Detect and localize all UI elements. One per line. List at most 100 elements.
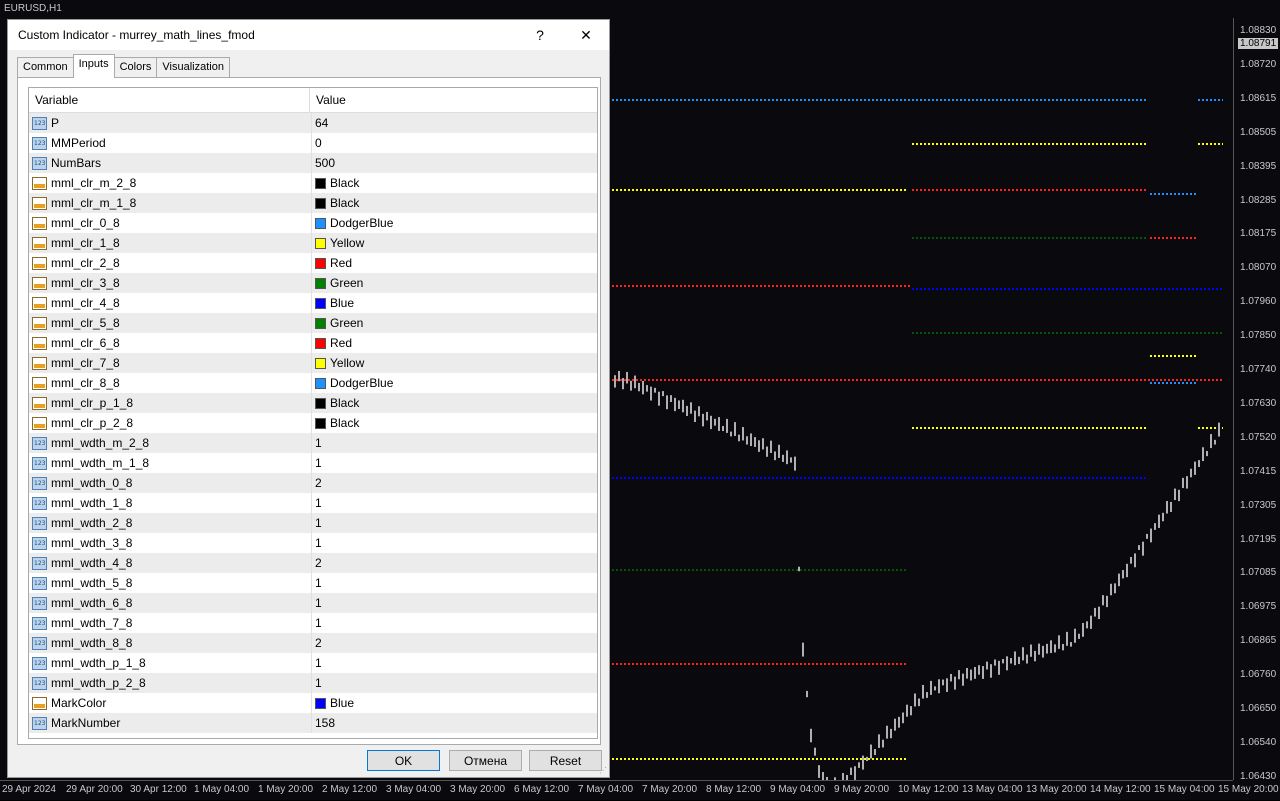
color-swatch (315, 197, 326, 209)
input-row[interactable]: mml_wdth_8_8 2 (29, 633, 597, 653)
input-value-cell[interactable]: 1 (312, 513, 597, 533)
inputs-grid[interactable]: Variable Value P 64 MMPeriod 0 NumBars 500 mml… (28, 87, 598, 739)
candlestick (930, 680, 932, 695)
input-value-cell[interactable]: 500 (312, 153, 597, 173)
color-icon (32, 296, 47, 310)
input-row[interactable]: mml_wdth_7_8 1 (29, 613, 597, 633)
resize-grip-icon[interactable]: ⋰ (599, 767, 607, 775)
candlestick (1090, 615, 1092, 629)
input-value-cell[interactable]: 1 (312, 573, 597, 593)
input-row[interactable]: mml_clr_6_8 Red (29, 333, 597, 353)
input-row[interactable]: mml_clr_p_1_8 Black (29, 393, 597, 413)
input-value-cell[interactable]: Black (312, 173, 597, 193)
input-value-cell[interactable]: 1 (312, 613, 597, 633)
input-value-cell[interactable]: 1 (312, 673, 597, 693)
input-row[interactable]: mml_wdth_0_8 2 (29, 473, 597, 493)
input-variable-name: mml_wdth_1_8 (51, 496, 133, 510)
input-row[interactable]: mml_clr_8_8 DodgerBlue (29, 373, 597, 393)
input-row[interactable]: mml_wdth_m_2_8 1 (29, 433, 597, 453)
input-variable-cell: MMPeriod (29, 133, 312, 153)
color-swatch (315, 217, 326, 229)
input-value-cell[interactable]: Black (312, 193, 597, 213)
input-row[interactable]: P 64 (29, 113, 597, 133)
candlestick (1046, 643, 1048, 654)
input-value-cell[interactable]: 1 (312, 653, 597, 673)
candlestick (694, 410, 696, 423)
input-value-cell[interactable]: 2 (312, 553, 597, 573)
input-value-cell[interactable]: 2 (312, 473, 597, 493)
input-value-cell[interactable]: Blue (312, 693, 597, 713)
tab-visualization[interactable]: Visualization (156, 57, 230, 78)
time-tick-label: 1 May 04:00 (194, 784, 250, 795)
column-header-value[interactable]: Value (310, 88, 597, 112)
input-variable-cell: mml_clr_6_8 (29, 333, 312, 353)
input-value-cell[interactable]: Black (312, 393, 597, 413)
input-row[interactable]: mml_clr_m_2_8 Black (29, 173, 597, 193)
input-row[interactable]: mml_clr_7_8 Yellow (29, 353, 597, 373)
input-row[interactable]: mml_clr_m_1_8 Black (29, 193, 597, 213)
input-value-cell[interactable]: Yellow (312, 353, 597, 373)
input-row[interactable]: mml_wdth_1_8 1 (29, 493, 597, 513)
candlestick (922, 684, 924, 699)
input-row[interactable]: mml_clr_5_8 Green (29, 313, 597, 333)
input-value-cell[interactable]: Red (312, 253, 597, 273)
input-row[interactable]: mml_wdth_m_1_8 1 (29, 453, 597, 473)
input-value-cell[interactable]: 1 (312, 533, 597, 553)
column-header-variable[interactable]: Variable (29, 88, 310, 112)
input-row[interactable]: MarkNumber 158 (29, 713, 597, 733)
input-value-cell[interactable]: 158 (312, 713, 597, 733)
input-value-cell[interactable]: DodgerBlue (312, 213, 597, 233)
input-row[interactable]: mml_clr_4_8 Blue (29, 293, 597, 313)
input-variable-name: mml_wdth_p_2_8 (51, 676, 146, 690)
input-row[interactable]: mml_wdth_4_8 2 (29, 553, 597, 573)
input-row[interactable]: mml_clr_1_8 Yellow (29, 233, 597, 253)
input-variable-name: mml_wdth_0_8 (51, 476, 133, 490)
input-row[interactable]: mml_clr_0_8 DodgerBlue (29, 213, 597, 233)
candlestick (630, 380, 632, 391)
input-row[interactable]: mml_wdth_3_8 1 (29, 533, 597, 553)
input-row[interactable]: mml_wdth_p_1_8 1 (29, 653, 597, 673)
reset-button[interactable]: Reset (529, 750, 602, 771)
input-row[interactable]: mml_wdth_5_8 1 (29, 573, 597, 593)
cancel-button[interactable]: Отмена (449, 750, 522, 771)
dialog-titlebar[interactable]: Custom Indicator - murrey_math_lines_fmo… (8, 20, 609, 50)
input-value-cell[interactable]: Green (312, 273, 597, 293)
input-value-cell[interactable]: 1 (312, 453, 597, 473)
input-value-cell[interactable]: DodgerBlue (312, 373, 597, 393)
help-button[interactable]: ? (517, 20, 563, 50)
input-row[interactable]: MarkColor Blue (29, 693, 597, 713)
input-row[interactable]: NumBars 500 (29, 153, 597, 173)
input-row[interactable]: MMPeriod 0 (29, 133, 597, 153)
input-row[interactable]: mml_wdth_2_8 1 (29, 513, 597, 533)
close-button[interactable]: ✕ (563, 20, 609, 50)
input-variable-cell: NumBars (29, 153, 312, 173)
input-value-cell[interactable]: 1 (312, 433, 597, 453)
input-value-cell[interactable]: 0 (312, 133, 597, 153)
input-row[interactable]: mml_wdth_6_8 1 (29, 593, 597, 613)
candlestick (1010, 658, 1012, 664)
input-value-cell[interactable]: 64 (312, 113, 597, 133)
input-value-text: 1 (315, 516, 322, 530)
input-value-cell[interactable]: Black (312, 413, 597, 433)
ok-button[interactable]: OK (367, 750, 440, 771)
candlestick (626, 371, 628, 384)
tab-colors[interactable]: Colors (113, 57, 158, 78)
input-variable-cell: MarkColor (29, 693, 312, 713)
input-row[interactable]: mml_wdth_p_2_8 1 (29, 673, 597, 693)
input-row[interactable]: mml_clr_3_8 Green (29, 273, 597, 293)
tab-inputs[interactable]: Inputs (72, 54, 115, 78)
input-row[interactable]: mml_clr_2_8 Red (29, 253, 597, 273)
input-value-cell[interactable]: 2 (312, 633, 597, 653)
input-value-cell[interactable]: Blue (312, 293, 597, 313)
color-swatch (315, 257, 326, 269)
input-value-cell[interactable]: Green (312, 313, 597, 333)
input-value-cell[interactable]: 1 (312, 493, 597, 513)
candlestick (762, 438, 764, 450)
tab-common[interactable]: Common (17, 57, 74, 78)
input-value-cell[interactable]: Yellow (312, 233, 597, 253)
input-value-cell[interactable]: Red (312, 333, 597, 353)
input-value-cell[interactable]: 1 (312, 593, 597, 613)
candlestick (1102, 595, 1104, 606)
input-row[interactable]: mml_clr_p_2_8 Black (29, 413, 597, 433)
candlestick (1170, 501, 1172, 512)
